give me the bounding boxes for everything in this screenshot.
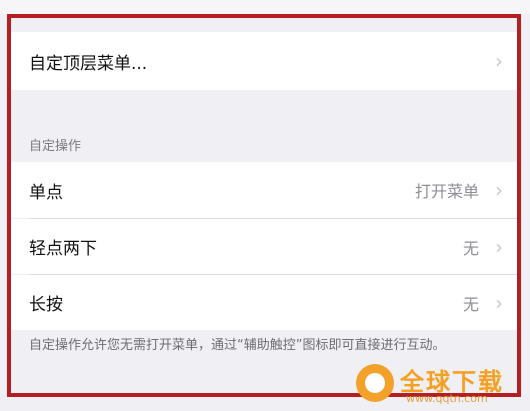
custom-top-menu-label: 自定顶层菜单...	[29, 53, 148, 74]
action-value: 打开菜单	[414, 182, 479, 201]
top-strip	[0, 0, 530, 14]
watermark: 全球下载 www.qqtn.com	[356, 360, 526, 410]
chevron-right-icon: ›	[495, 49, 503, 73]
watermark-logo-icon	[356, 364, 394, 402]
chevron-right-icon: ›	[495, 290, 503, 315]
action-label: 长按	[29, 295, 63, 315]
action-label: 单点	[29, 182, 63, 203]
action-value: 无	[462, 238, 479, 258]
highlight-frame: 自定顶层菜单... › 自定操作 单点 打开菜单 › 轻点两下 无 › 长按 无…	[7, 14, 521, 397]
action-row-long-press[interactable]: 长按 无 ›	[11, 275, 517, 330]
custom-top-menu-row[interactable]: 自定顶层菜单... ›	[11, 32, 517, 90]
section-footer: 自定操作允许您无需打开菜单，通过“辅助触控”图标即可直接进行互动。	[29, 338, 446, 353]
watermark-url: www.qqtn.com	[406, 392, 488, 405]
action-row-single-tap[interactable]: 单点 打开菜单 ›	[11, 162, 517, 218]
chevron-right-icon: ›	[495, 178, 503, 202]
action-label: 轻点两下	[29, 239, 97, 259]
action-row-double-tap[interactable]: 轻点两下 无 ›	[11, 219, 517, 274]
action-value: 无	[462, 294, 479, 314]
section-header: 自定操作	[29, 139, 82, 154]
chevron-right-icon: ›	[495, 234, 503, 259]
